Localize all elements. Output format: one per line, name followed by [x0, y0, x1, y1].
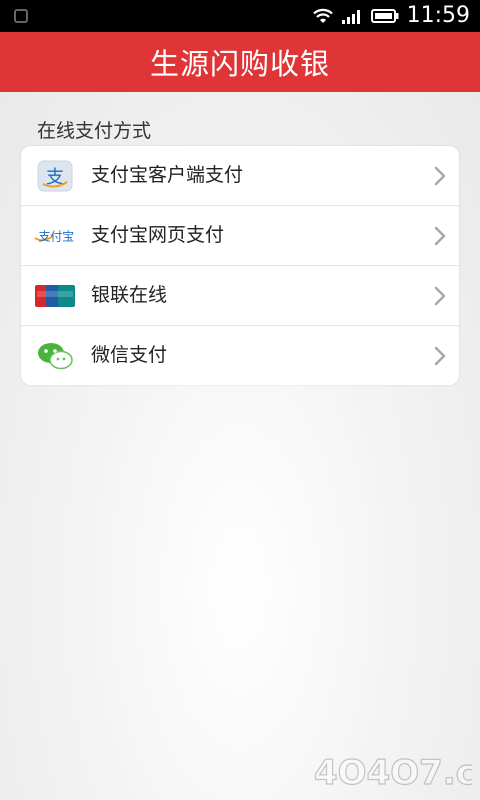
chevron-right-icon [434, 346, 446, 366]
payment-method-label: 支付宝客户端支付 [91, 164, 244, 186]
section-title: 在线支付方式 [37, 120, 152, 142]
page-title: 生源闪购收银 [149, 47, 330, 81]
payment-method-unionpay[interactable]: 银联在线 [21, 266, 459, 326]
wechat-icon [33, 338, 77, 374]
status-icons: 11:59 [312, 0, 470, 32]
main-content: 在线支付方式 支 支付宝客户端支付 支付宝 支付宝网页支付 银联在线 微信支付 … [0, 92, 480, 800]
payment-method-list: 支 支付宝客户端支付 支付宝 支付宝网页支付 银联在线 微信支付 [21, 146, 459, 385]
payment-method-label: 支付宝网页支付 [91, 224, 225, 246]
unionpay-icon [33, 278, 77, 314]
app-header: 生源闪购收银 [0, 32, 480, 92]
status-bar: 11:59 [0, 0, 480, 32]
payment-method-label: 银联在线 [91, 284, 168, 306]
app-icon [14, 9, 28, 23]
watermark-text: 4O4O7.com [314, 753, 472, 792]
signal-icon [341, 8, 363, 24]
alipay-app-icon: 支 [33, 158, 77, 194]
payment-method-label: 微信支付 [91, 344, 168, 366]
chevron-right-icon [434, 226, 446, 246]
wifi-icon [312, 8, 333, 24]
payment-method-alipay-app[interactable]: 支 支付宝客户端支付 [21, 146, 459, 206]
payment-method-alipay-web[interactable]: 支付宝 支付宝网页支付 [21, 206, 459, 266]
battery-icon [370, 8, 399, 24]
chevron-right-icon [434, 286, 446, 306]
status-time: 11:59 [406, 3, 470, 28]
svg-text:支付宝: 支付宝 [39, 230, 75, 244]
payment-method-wechat[interactable]: 微信支付 [21, 326, 459, 385]
chevron-right-icon [434, 166, 446, 186]
watermark-logo: 4O4O7.com [313, 752, 472, 792]
alipay-web-icon: 支付宝 [33, 218, 77, 254]
